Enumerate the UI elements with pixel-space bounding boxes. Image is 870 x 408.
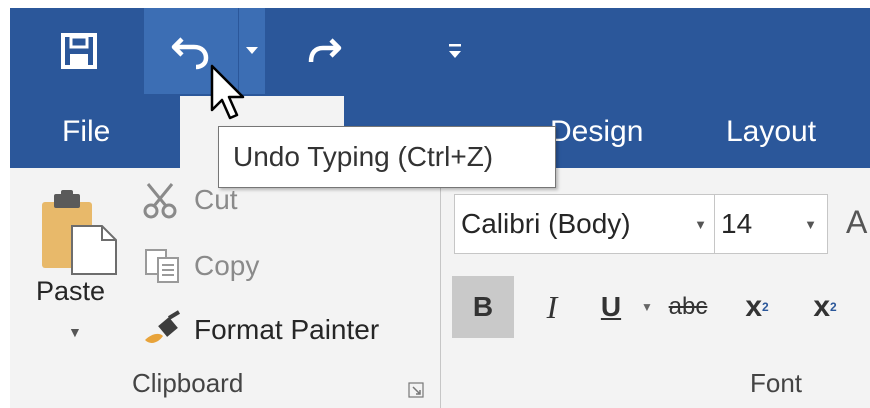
cut-label: Cut <box>194 184 238 215</box>
save-button[interactable] <box>50 8 108 94</box>
redo-button[interactable] <box>295 8 355 94</box>
clipboard-group-label: Clipboard <box>132 368 244 398</box>
redo-icon <box>308 38 342 63</box>
word-window: File Design Layout Paste ▼ Cut Copy Form… <box>10 8 870 408</box>
paste-icon <box>42 190 117 275</box>
chevron-down-icon: ▼ <box>804 217 817 232</box>
superscript-2: 2 <box>830 300 837 314</box>
paste-label: Paste <box>36 276 106 306</box>
chevron-down-icon <box>246 47 258 54</box>
italic-button[interactable]: I <box>528 276 576 338</box>
chevron-down-icon: ▼ <box>694 217 707 232</box>
subscript-2: 2 <box>762 300 769 314</box>
bold-button[interactable]: B <box>452 276 514 338</box>
paste-dropdown-icon[interactable]: ▼ <box>68 324 82 340</box>
mouse-pointer-icon <box>210 64 245 120</box>
dialog-launcher-icon[interactable] <box>408 382 424 398</box>
font-group-label: Font <box>750 368 803 398</box>
copy-label: Copy <box>194 250 260 281</box>
underline-dropdown-icon[interactable]: ▼ <box>636 276 658 338</box>
paintbrush-icon <box>140 308 184 352</box>
tab-design[interactable]: Design <box>550 96 643 168</box>
tab-file[interactable]: File <box>62 96 110 168</box>
font-name-value: Calibri (Body) <box>461 208 631 239</box>
copy-icon <box>140 244 184 288</box>
scissors-icon <box>140 178 184 222</box>
superscript-x: x <box>813 290 830 323</box>
superscript-button[interactable]: x2 <box>794 276 856 338</box>
customize-toolbar-button[interactable] <box>435 8 475 94</box>
strikethrough-button[interactable]: abc <box>658 276 718 338</box>
font-name-combo[interactable]: Calibri (Body) ▼ <box>454 194 718 254</box>
subscript-x: x <box>745 290 762 323</box>
subscript-button[interactable]: x2 <box>726 276 788 338</box>
font-size-value: 14 <box>721 208 753 239</box>
undo-icon <box>171 37 209 70</box>
group-divider <box>440 178 441 408</box>
underline-button[interactable]: U <box>586 276 636 338</box>
format-painter-button[interactable]: Format Painter <box>140 304 379 356</box>
copy-button[interactable]: Copy <box>140 240 259 292</box>
undo-tooltip: Undo Typing (Ctrl+Z) <box>218 126 556 188</box>
font-size-combo[interactable]: 14 ▼ <box>714 194 828 254</box>
save-icon <box>61 33 97 69</box>
grow-font-button[interactable]: A <box>846 204 867 241</box>
customize-toolbar-icon <box>449 44 461 58</box>
format-painter-label: Format Painter <box>194 314 380 345</box>
tab-layout[interactable]: Layout <box>726 96 816 168</box>
